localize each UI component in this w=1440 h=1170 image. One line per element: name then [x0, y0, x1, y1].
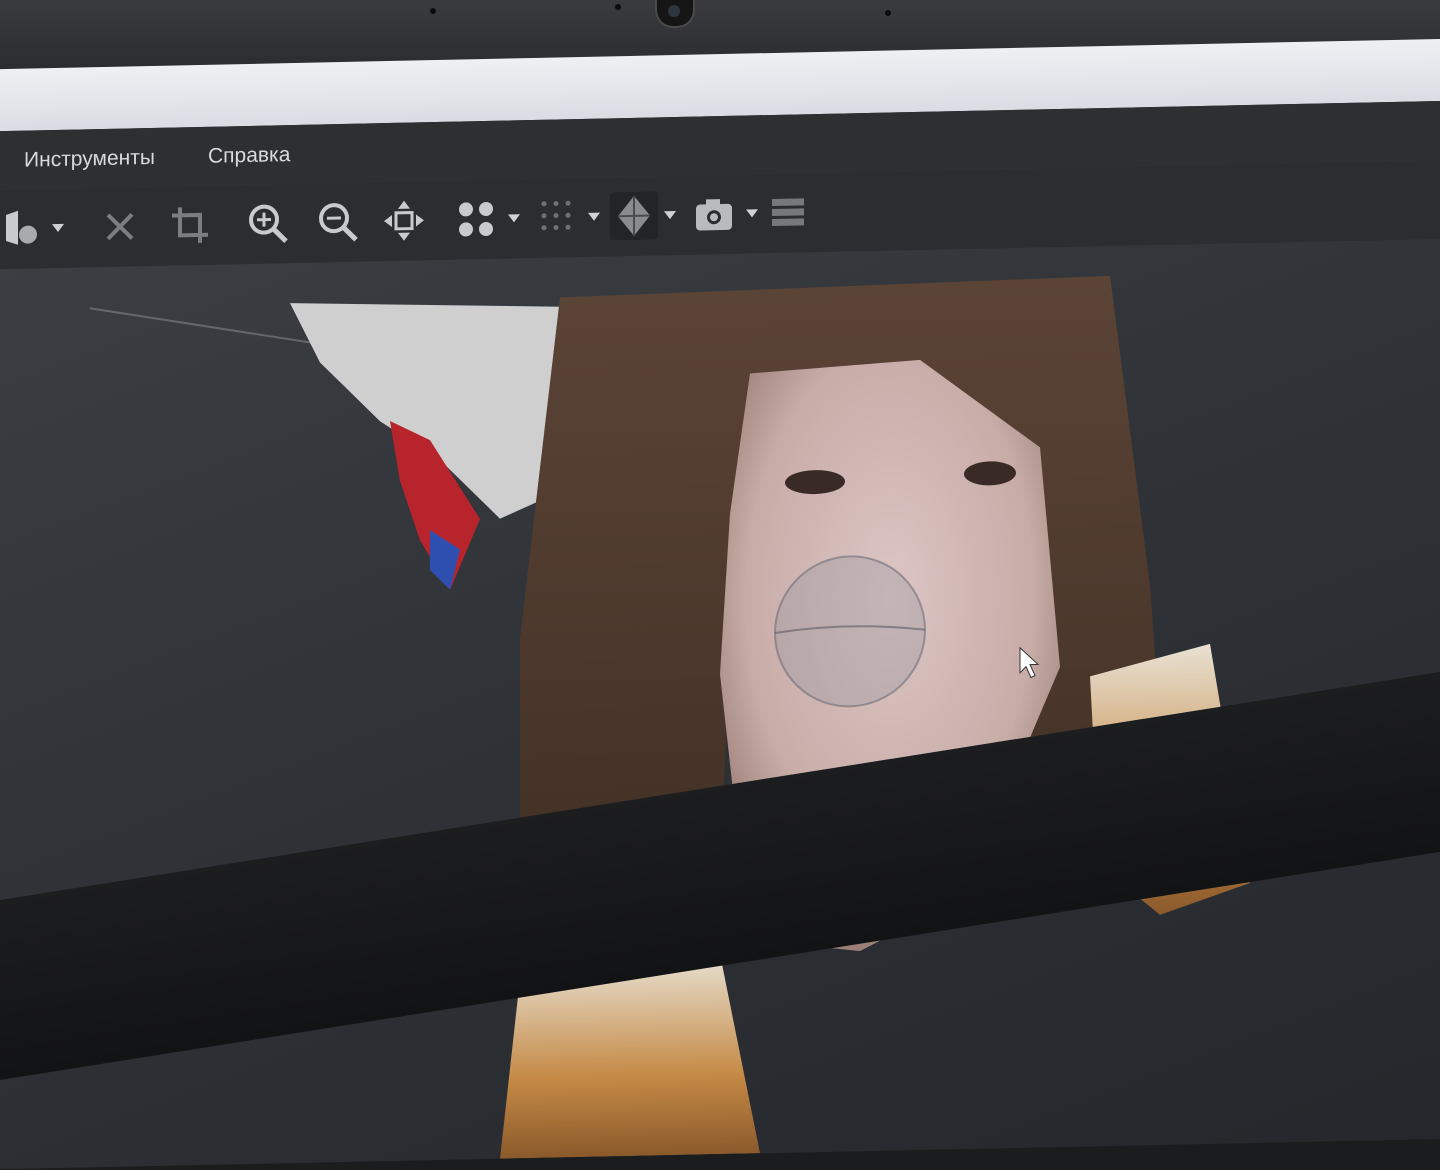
camera-icon[interactable] [690, 190, 738, 239]
bezel-sensor [615, 4, 621, 10]
mesh-view-icon[interactable] [610, 191, 658, 241]
grid-view-icon[interactable] [534, 193, 582, 242]
select-hand-icon[interactable] [0, 204, 48, 253]
layers-icon[interactable] [764, 188, 812, 237]
rotation-gizmo[interactable] [774, 555, 926, 708]
chevron-down-icon[interactable] [508, 214, 520, 223]
webcam-icon [655, 0, 695, 28]
zoom-out-icon[interactable] [314, 198, 362, 247]
crop-icon[interactable] [166, 201, 214, 250]
delete-x-icon[interactable] [96, 202, 144, 251]
move-icon[interactable] [380, 196, 428, 245]
chevron-down-icon[interactable] [588, 212, 600, 221]
chevron-down-icon[interactable] [664, 211, 676, 220]
chevron-down-icon[interactable] [746, 209, 758, 218]
bezel-sensor [430, 8, 436, 14]
zoom-in-icon[interactable] [244, 199, 292, 248]
menu-help[interactable]: Справка [208, 143, 290, 169]
points-view-icon[interactable] [452, 195, 500, 244]
menu-tools[interactable]: Инструменты [24, 146, 155, 173]
chevron-down-icon[interactable] [52, 223, 64, 233]
bezel-sensor [885, 10, 891, 16]
